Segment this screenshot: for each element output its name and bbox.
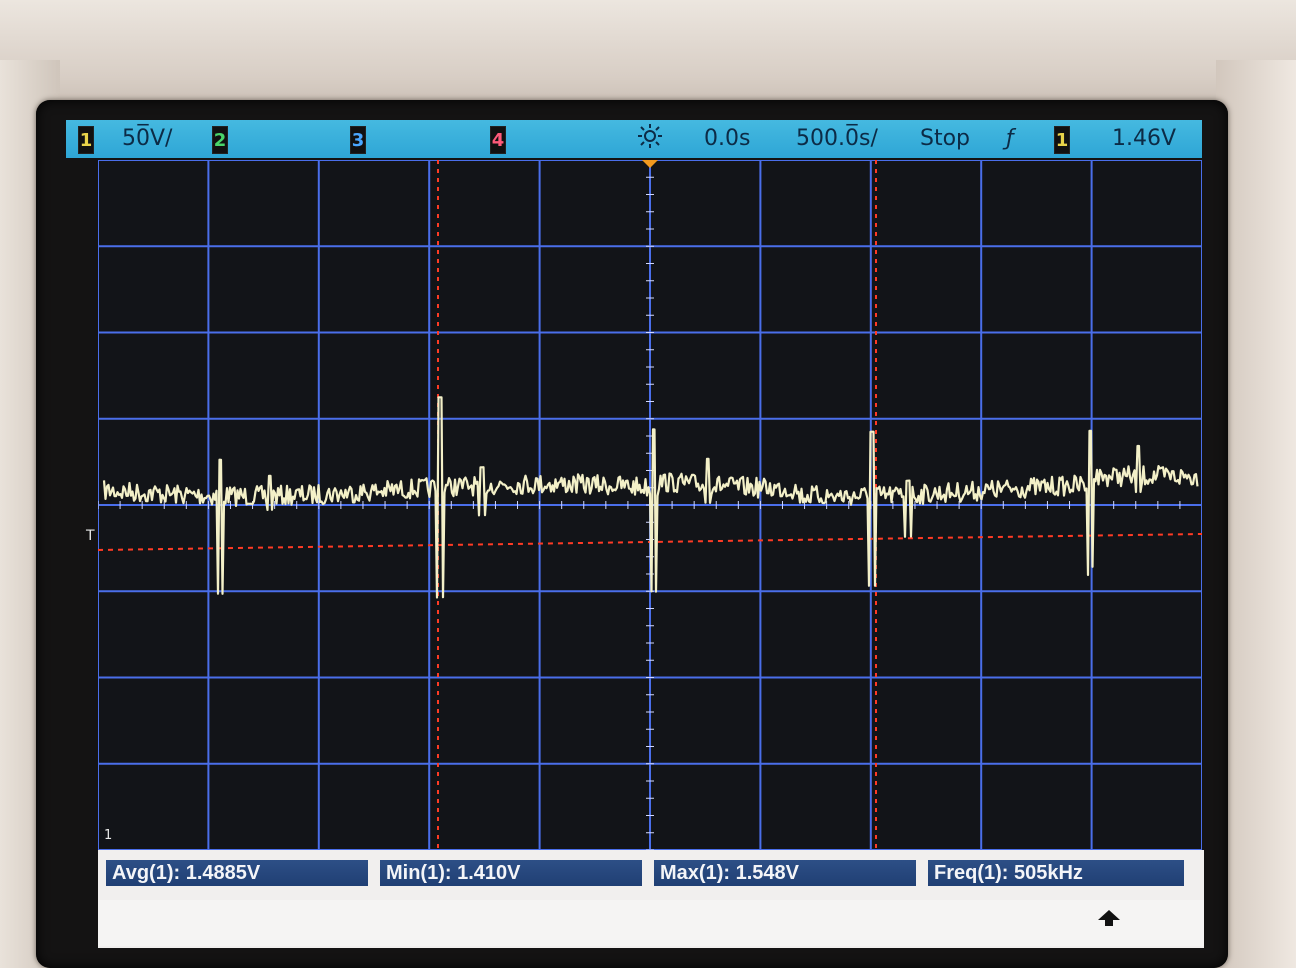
softkey-row bbox=[98, 900, 1204, 946]
measurement-bar: Avg(1): 1.4885V Min(1): 1.410V Max(1): 1… bbox=[98, 850, 1204, 948]
delay-knob-icon bbox=[636, 122, 664, 156]
status-bar: 1 50̅V/ 2 3 4 0.0s 500.0̅s/ Stop ƒ 1 1.4… bbox=[66, 120, 1202, 158]
measurement-min[interactable]: Min(1): 1.410V bbox=[380, 860, 642, 886]
horizontal-delay[interactable]: 0.0s bbox=[704, 126, 750, 151]
trigger-edge-icon: ƒ bbox=[1006, 126, 1014, 151]
measurement-max[interactable]: Max(1): 1.548V bbox=[654, 860, 916, 886]
channel-2-indicator[interactable]: 2 bbox=[212, 126, 228, 154]
scope-bezel-right bbox=[1216, 60, 1296, 968]
waveform-svg bbox=[98, 160, 1202, 850]
trigger-level[interactable]: 1.46V bbox=[1112, 126, 1176, 151]
scope-bezel-top bbox=[0, 0, 1296, 110]
channel-4-indicator[interactable]: 4 bbox=[490, 126, 506, 154]
channel-1-scale[interactable]: 50̅V/ bbox=[122, 126, 172, 151]
waveform-display[interactable] bbox=[98, 160, 1202, 850]
measurement-avg[interactable]: Avg(1): 1.4885V bbox=[106, 860, 368, 886]
timebase-scale[interactable]: 500.0̅s/ bbox=[796, 126, 878, 151]
trigger-level-marker: T bbox=[86, 528, 95, 544]
run-state[interactable]: Stop bbox=[920, 126, 970, 151]
channel-1-indicator[interactable]: 1 bbox=[78, 126, 94, 154]
up-arrow-icon[interactable] bbox=[1098, 910, 1120, 920]
trigger-position-marker[interactable] bbox=[642, 160, 658, 168]
up-arrow-stem bbox=[1105, 920, 1113, 926]
channel-3-indicator[interactable]: 3 bbox=[350, 126, 366, 154]
measurement-freq[interactable]: Freq(1): 505kHz bbox=[928, 860, 1184, 886]
ground-marker: 1 bbox=[104, 828, 113, 843]
trigger-source-indicator[interactable]: 1 bbox=[1054, 126, 1070, 154]
